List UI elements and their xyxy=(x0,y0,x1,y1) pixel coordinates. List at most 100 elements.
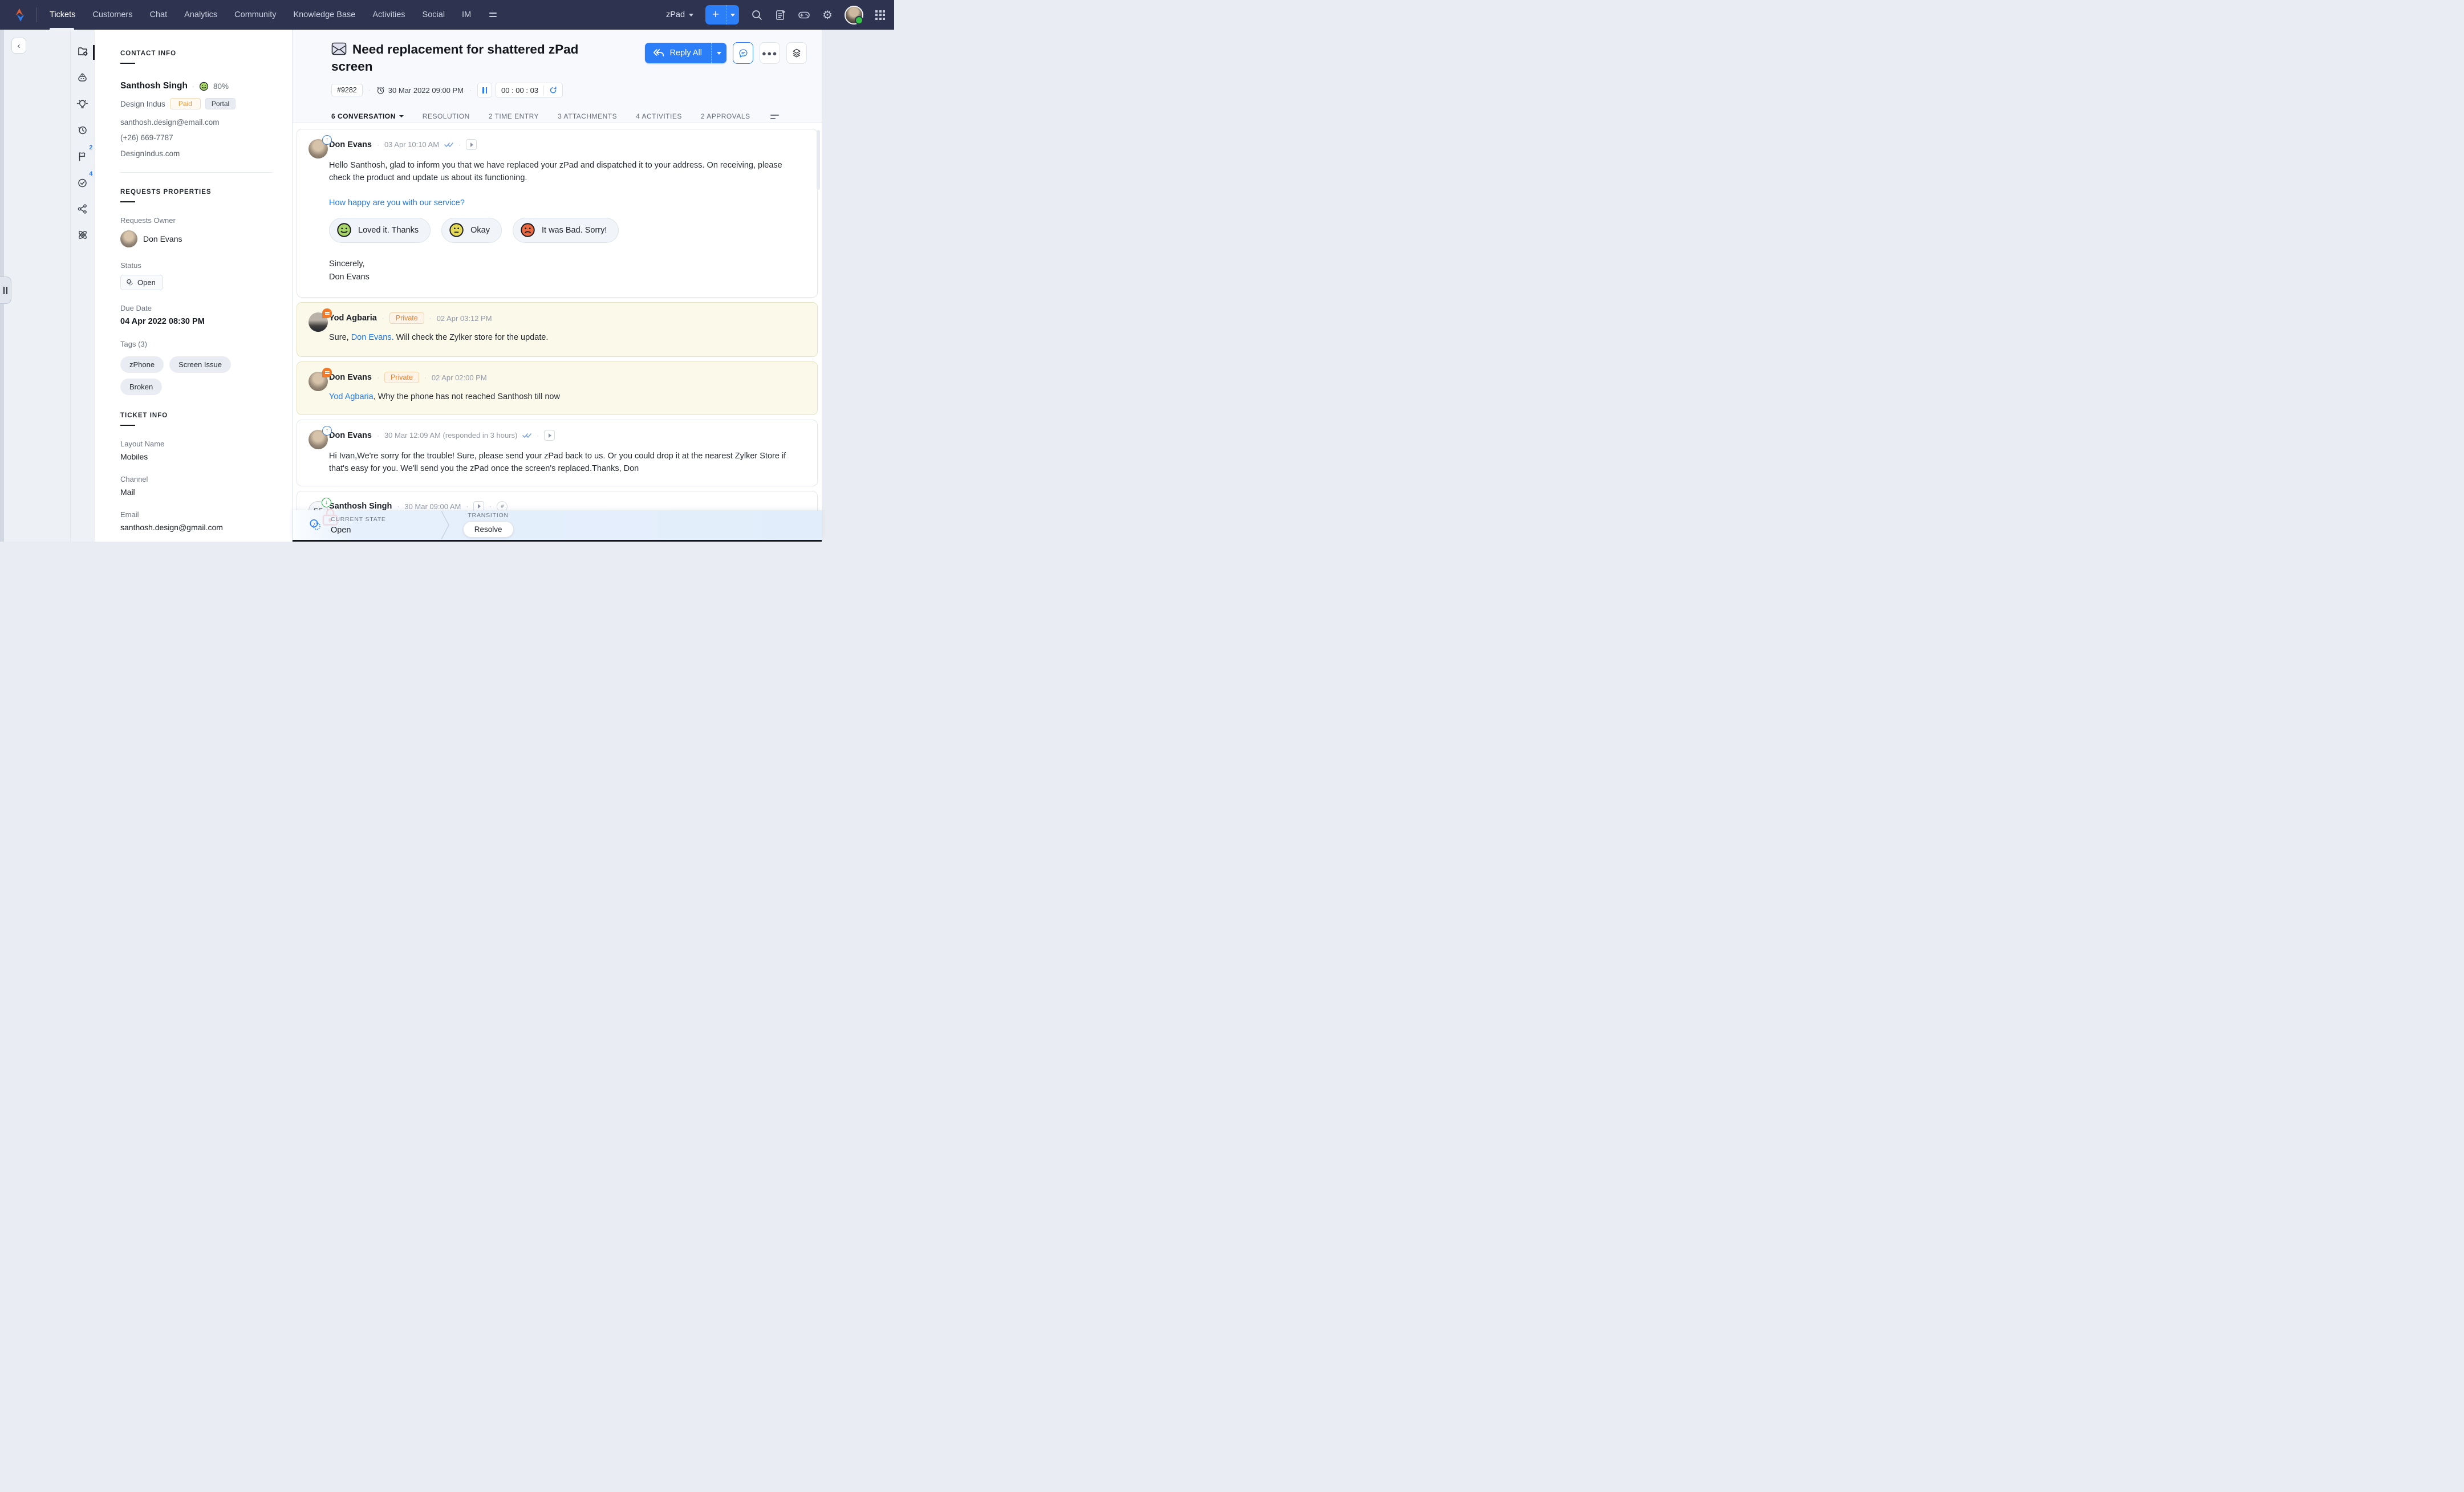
dot-separator: · xyxy=(537,432,539,440)
collapse-panel-button[interactable]: ‹ xyxy=(11,38,26,54)
rating-happy-button[interactable]: Loved it. Thanks xyxy=(329,218,431,243)
quick-create-dropdown[interactable] xyxy=(726,5,739,25)
nav-item-customers[interactable]: Customers xyxy=(92,0,132,30)
contact-email[interactable]: santhosh.design@email.com xyxy=(120,117,273,128)
message-author[interactable]: Yod Agbaria xyxy=(329,314,377,323)
reply-all-button[interactable]: Reply All xyxy=(645,43,726,63)
message-time: 30 Mar 12:09 AM (responded in 3 hours) xyxy=(384,431,517,440)
feedback-icon[interactable] xyxy=(774,9,786,21)
nav-item-chat[interactable]: Chat xyxy=(150,0,168,30)
due-date-value[interactable]: 04 Apr 2022 08:30 PM xyxy=(120,317,273,326)
rail-item-share[interactable] xyxy=(71,196,95,222)
owner-label: Requests Owner xyxy=(120,216,273,225)
email-channel-icon xyxy=(331,42,347,55)
tag-zphone[interactable]: zPhone xyxy=(120,356,164,373)
current-state-value: Open xyxy=(331,526,386,535)
contact-company[interactable]: Design Indus xyxy=(120,100,165,108)
owner-name[interactable]: Don Evans xyxy=(143,234,182,243)
contact-phone[interactable]: (+26) 669-7787 xyxy=(120,132,273,144)
nav-utilities: zPad + ⚙ xyxy=(666,5,885,25)
nav-item-social[interactable]: Social xyxy=(423,0,445,30)
dot-separator: · xyxy=(429,314,432,322)
window-bottom-edge xyxy=(293,540,822,542)
ticket-meta-row: #9282 · 30 Mar 2022 09:00 PM · 00 : 00 :… xyxy=(331,83,806,97)
nav-item-knowledge-base[interactable]: Knowledge Base xyxy=(294,0,356,30)
sad-face-icon xyxy=(520,222,535,238)
status-label: Status xyxy=(120,261,273,270)
atom-icon xyxy=(76,229,89,241)
timer-reset-icon[interactable] xyxy=(549,86,557,94)
department-selector[interactable]: zPad xyxy=(666,10,693,19)
panel-resize-handle[interactable] xyxy=(0,277,11,304)
message-card: ↑ Don Evans · 03 Apr 10:10 AM · Hello Sa… xyxy=(297,129,818,298)
flag-icon xyxy=(76,151,88,162)
resolve-button[interactable]: Resolve xyxy=(463,521,514,538)
email-value[interactable]: santhosh.design@gmail.com xyxy=(120,523,273,532)
dot-separator: · xyxy=(424,373,427,381)
dot-separator: · xyxy=(382,314,384,322)
rail-item-flags[interactable]: 2 xyxy=(71,143,95,169)
message-author[interactable]: Don Evans xyxy=(329,431,372,440)
tag-broken[interactable]: Broken xyxy=(120,379,162,395)
reply-all-label: Reply All xyxy=(670,48,702,58)
rail-item-suggestions[interactable] xyxy=(71,91,95,117)
layout-name-value[interactable]: Mobiles xyxy=(120,452,273,461)
nav-item-im[interactable]: IM xyxy=(462,0,471,30)
rating-bad-button[interactable]: It was Bad. Sorry! xyxy=(513,218,619,243)
rail-item-approvals[interactable]: 4 xyxy=(71,169,95,196)
rail-item-ticket-properties[interactable] xyxy=(71,38,95,64)
nav-item-activities[interactable]: Activities xyxy=(372,0,405,30)
zoho-desk-logo-icon[interactable] xyxy=(11,6,29,23)
message-author[interactable]: Don Evans xyxy=(329,140,372,149)
chevron-down-icon xyxy=(689,14,693,17)
nav-item-tickets[interactable]: Tickets xyxy=(50,0,75,30)
channel-value[interactable]: Mail xyxy=(120,487,273,497)
timer-pause-button[interactable] xyxy=(477,83,492,97)
blueprint-state-icon xyxy=(126,279,133,286)
rail-item-skills[interactable] xyxy=(71,222,95,248)
rail-item-history[interactable] xyxy=(71,117,95,143)
expand-message-icon[interactable] xyxy=(466,139,477,150)
plus-icon[interactable]: + xyxy=(705,5,726,25)
settings-gear-icon[interactable]: ⚙ xyxy=(822,9,833,21)
apps-grid-icon[interactable] xyxy=(875,10,885,20)
left-pane: ‹ xyxy=(4,30,70,542)
reply-options-dropdown[interactable] xyxy=(711,43,726,63)
dot-separator: · xyxy=(469,86,472,94)
message-author[interactable]: Don Evans xyxy=(329,373,372,382)
stack-view-button[interactable] xyxy=(786,42,807,64)
rail-item-zia[interactable] xyxy=(71,64,95,91)
tag-screen-issue[interactable]: Screen Issue xyxy=(169,356,231,373)
dot-separator: · xyxy=(397,502,399,510)
message-body: Hello Santhosh, glad to inform you that … xyxy=(329,159,803,185)
dot-separator: · xyxy=(377,432,379,440)
message-time: 03 Apr 10:10 AM xyxy=(384,140,439,149)
quick-create-button[interactable]: + xyxy=(705,5,739,25)
dot-separator: · xyxy=(489,502,492,510)
nav-item-analytics[interactable]: Analytics xyxy=(184,0,217,30)
search-icon[interactable] xyxy=(751,9,762,21)
ticket-info-header: TICKET INFO xyxy=(120,412,273,426)
contact-website[interactable]: DesignIndus.com xyxy=(120,148,273,160)
incoming-message-badge-icon: ↓ xyxy=(322,498,331,507)
mention-link[interactable]: Don Evans. xyxy=(351,333,394,342)
avatar xyxy=(308,312,328,332)
blueprint-icon xyxy=(308,518,322,532)
gamification-icon[interactable] xyxy=(798,9,810,21)
nav-overflow-icon[interactable] xyxy=(489,13,497,17)
scrollbar-thumb[interactable] xyxy=(817,130,820,190)
survey-question-link[interactable]: How happy are you with our service? xyxy=(329,198,803,208)
mention-link[interactable]: Yod Agbaria xyxy=(329,392,374,401)
history-icon xyxy=(76,124,88,136)
contact-name[interactable]: Santhosh Singh xyxy=(120,81,188,91)
comment-button[interactable] xyxy=(733,42,753,64)
more-actions-button[interactable]: ●●● xyxy=(760,42,780,64)
private-note-badge-icon xyxy=(322,308,332,318)
status-badge[interactable]: Open xyxy=(120,275,163,290)
nav-item-community[interactable]: Community xyxy=(234,0,276,30)
avatar: ↑ xyxy=(308,139,328,158)
expand-message-icon[interactable] xyxy=(544,430,555,441)
rating-okay-button[interactable]: Okay xyxy=(441,218,502,243)
user-avatar[interactable] xyxy=(845,6,863,25)
satisfaction-ratings: Loved it. Thanks Okay xyxy=(329,218,803,243)
